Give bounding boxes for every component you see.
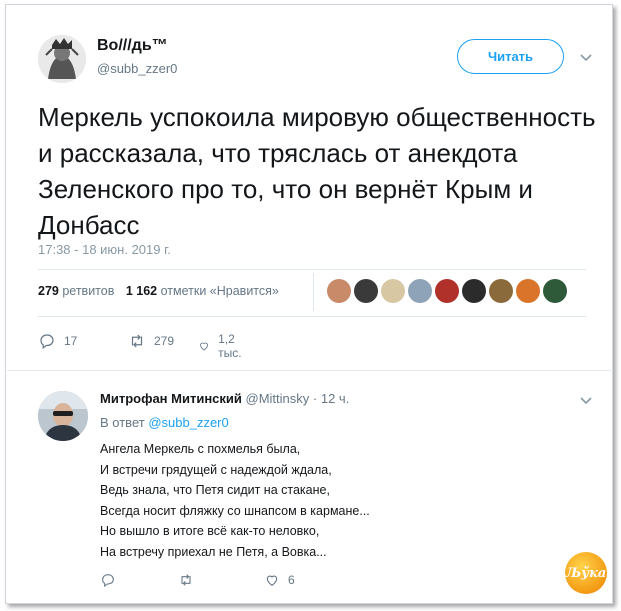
reply-author-avatar[interactable] [38, 391, 88, 441]
like-count: 6 [288, 573, 295, 587]
retweet-icon [131, 334, 143, 348]
liker-avatar-8-icon[interactable] [516, 279, 540, 303]
watermark-text: Љўка [565, 565, 607, 581]
retweets-label: ретвитов [62, 284, 115, 298]
reply-line: На встречу приехал не Петя, а Вовка... [100, 544, 327, 559]
reply-line: Всегда носит фляжку со шнапсом в кармане… [100, 503, 370, 518]
liker-avatar-7-icon[interactable] [489, 279, 513, 303]
reply-action[interactable]: 17 [38, 332, 77, 350]
stats-divider [313, 273, 314, 311]
liker-avatar-5-icon[interactable] [435, 279, 459, 303]
divider [38, 269, 586, 270]
reply-text: Ангела Меркель с похмелья была, И встреч… [100, 439, 370, 562]
reply-author-handle[interactable]: @Mittinsky [246, 391, 310, 406]
tweet-text: Меркель успокоила мировую общественность… [38, 102, 596, 240]
reply-time[interactable]: · 12 ч. [313, 391, 349, 406]
retweets-stat[interactable]: 279 ретвитов [38, 284, 114, 298]
heart-icon [266, 575, 278, 586]
likes-label: отметки «Нравится» [160, 284, 279, 298]
retweet-count: 279 [154, 334, 175, 348]
tweet-card: Во///дь™ @subb_zzer0 Читать Меркель успо… [5, 4, 613, 604]
retweet-action[interactable]: 279 [128, 332, 174, 350]
reply-line: Ангела Меркель с похмелья была, [100, 442, 301, 456]
like-action[interactable]: 1,2 тыс. [198, 332, 247, 360]
liker-avatar-1-icon[interactable] [327, 279, 351, 303]
watermark-logo: Љўка [565, 552, 607, 594]
author-name[interactable]: Во///дь™ [97, 37, 168, 55]
liker-avatar-4-icon[interactable] [408, 279, 432, 303]
tweet-timestamp[interactable]: 17:38 - 18 июн. 2019 г. [38, 242, 171, 257]
divider [38, 316, 586, 317]
reply-action[interactable] [100, 572, 116, 588]
author-handle[interactable]: @subb_zzer0 [97, 61, 177, 76]
chevron-down-icon[interactable] [579, 393, 593, 407]
likes-stat[interactable]: 1 162 отметки «Нравится» [126, 284, 279, 298]
like-action[interactable]: 6 [264, 572, 295, 588]
reply-line: Ведь знала, что Петя сидит на стакане, [100, 483, 330, 497]
liker-avatar-6-icon[interactable] [462, 279, 486, 303]
retweets-count: 279 [38, 284, 59, 298]
chevron-down-icon[interactable] [579, 50, 593, 64]
likes-count: 1 162 [125, 284, 158, 298]
liker-avatar-2-icon[interactable] [354, 279, 378, 303]
author-avatar[interactable] [38, 35, 86, 83]
retweet-action[interactable] [178, 572, 194, 588]
retweet-icon [181, 574, 191, 586]
heart-icon [200, 342, 209, 351]
liker-avatar-9-icon[interactable] [543, 279, 567, 303]
liker-avatar-3-icon[interactable] [381, 279, 405, 303]
reply-header: Митрофан Митинский @Mittinsky · 12 ч. [100, 391, 349, 406]
reply-icon [40, 334, 54, 349]
like-count: 1,2 тыс. [218, 332, 242, 360]
reply-to-handle[interactable]: @subb_zzer0 [148, 415, 228, 430]
reply-to: В ответ @subb_zzer0 [100, 415, 229, 430]
tweet-stats: 279 ретвитов 1 162 отметки «Нравится» [38, 284, 279, 298]
follow-button[interactable]: Читать [457, 39, 564, 74]
reply-count: 17 [64, 334, 78, 348]
reply-line: И встречи грядущей с надеждой ждала, [100, 462, 332, 477]
reply-line: Но вышло в итоге всё как-то неловко, [100, 524, 320, 538]
reply-icon [102, 574, 114, 588]
reply-to-label: В ответ [100, 415, 145, 430]
divider [7, 370, 613, 371]
reply-author-name[interactable]: Митрофан Митинский [100, 391, 242, 406]
